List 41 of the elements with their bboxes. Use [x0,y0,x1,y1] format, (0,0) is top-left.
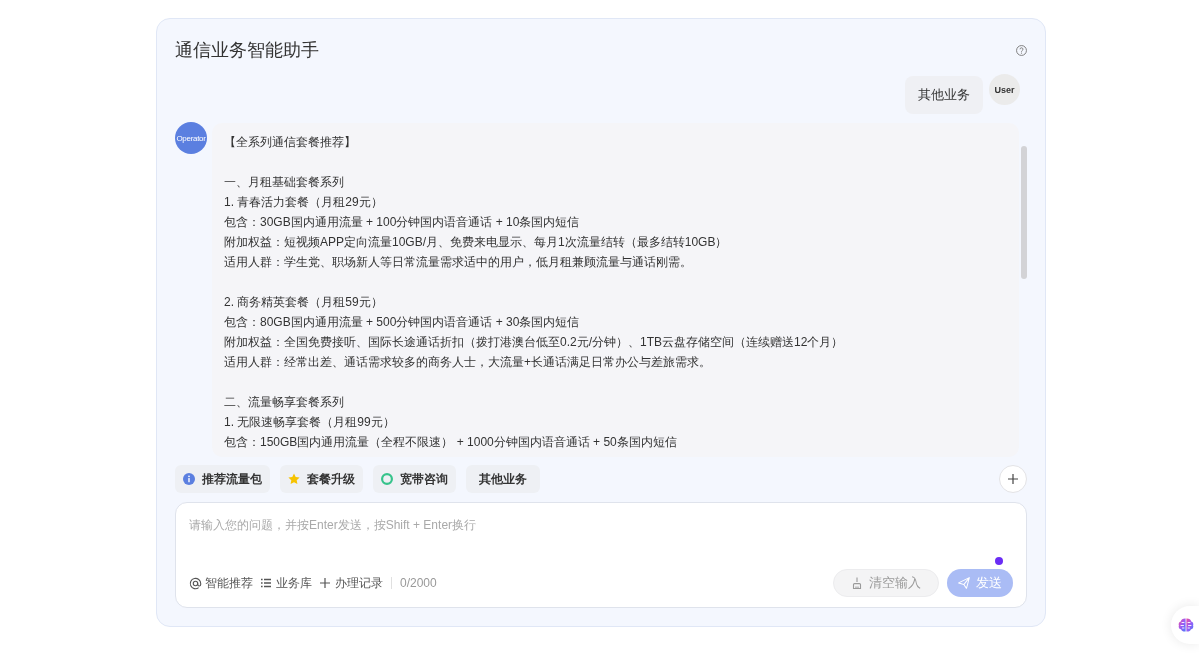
star-icon [288,473,300,485]
operator-avatar: Operator [175,122,207,154]
paper-plane-icon [958,577,970,589]
brain-icon [1178,618,1194,632]
message-line: 附加权益：短视频APP定向流量10GB/月、免费来电显示、每月1次流量结转（最多结转10GB） [224,234,729,251]
message-line: 附加权益：全国免费接听、国际长途通话折扣（拨打港澳台低至0.2元/分钟）、1TB云盘存储空间（连续赠送12个月） [224,334,845,351]
message-line: 适用人群：学生党、职场新人等日常流量需求适中的用户，低月租兼顾流量与通话刚需。 [224,254,693,271]
character-count: 0/2000 [400,576,437,590]
message-line: 【全系列通信套餐推荐】 [224,134,357,151]
toolbar-link[interactable]: 智能推荐 [189,574,253,592]
dot-icon [995,557,1003,565]
message-line: 包含：80GB国内通用流量 + 500分钟国内语音通话 + 30条国内短信 [224,314,581,331]
quick-reply-chip[interactable]: 推荐流量包 [175,465,270,493]
message-line: 包含：150GB国内通用流量（全程不限速） + 1000分钟国内语音通话 + 50条国内短信 [224,434,678,451]
toolbar-link[interactable]: 业务库 [261,574,312,592]
user-avatar: User [989,74,1020,105]
message-line: 2. 商务精英套餐（月租59元） [224,294,384,311]
quick-reply-chip[interactable]: 套餐升级 [280,465,363,493]
broom-icon [851,577,863,589]
message-input[interactable]: 请输入您的问题，并按Enter发送，按Shift + Enter换行 [189,515,1013,551]
assistant-button[interactable] [1171,606,1199,644]
at-sign-icon [189,576,202,590]
message-line: 1. 无限速畅享套餐（月租99元） [224,414,396,431]
plus-icon [1008,474,1018,484]
list-icon [261,578,271,588]
message-line: 适用人群：经常出差、通话需求较多的商务人士，大流量+长通话满足日常办公与差旅需求。 [224,354,712,371]
info-icon [183,473,195,485]
message-line: 二、流量畅享套餐系列 [224,394,345,411]
plus-icon [320,578,330,588]
quick-reply-chip[interactable]: 其他业务 [466,465,540,493]
add-button[interactable] [999,465,1027,493]
scrollbar-thumb[interactable] [1021,146,1027,279]
message-line: 包含：30GB国内通用流量 + 100分钟国内语音通话 + 10条国内短信 [224,214,581,231]
user-message: 其他业务 [905,76,983,114]
toolbar-link[interactable]: 办理记录 [320,574,383,592]
message-line: 一、月租基础套餐系列 [224,174,345,191]
help-icon[interactable] [1016,44,1027,56]
ring-icon [381,473,393,485]
message-line: 1. 青春活力套餐（月租29元） [224,194,384,211]
quick-reply-chip[interactable]: 宽带咨询 [373,465,456,493]
assistant-title: 通信业务智能助手 [175,39,319,62]
